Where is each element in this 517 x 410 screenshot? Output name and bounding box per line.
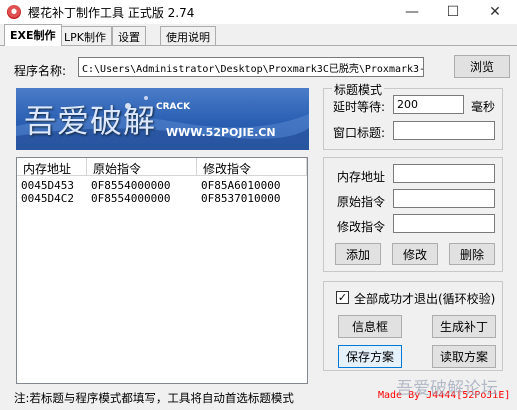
table-cell[interactable]: 0F85A6010000 [201, 179, 280, 192]
program-path-input[interactable]: C:\Users\Administrator\Desktop\Proxmark3… [78, 57, 424, 77]
banner-url: WWW.52POJIE.CN [166, 126, 276, 139]
status-bar: 注:若标题与程序模式都填写，工具将自动首选标题模式 Made By J4444[… [0, 379, 517, 410]
program-name-label: 程序名称: [14, 64, 67, 78]
address-label: 内存地址 [337, 170, 386, 184]
tab-exe[interactable]: EXE制作 [4, 24, 62, 46]
pojie-banner: 吾爱破解 CRACK WWW.52POJIE.CN [16, 88, 309, 150]
load-scheme-button[interactable]: 读取方案 [432, 345, 496, 368]
close-button[interactable]: ✕ [480, 0, 510, 24]
title-bar: 樱花补丁制作工具 正式版 2.74 — ☐ ✕ [0, 0, 517, 24]
column-header-original[interactable]: 原始指令 [87, 158, 197, 176]
column-header-modified[interactable]: 修改指令 [197, 158, 307, 176]
table-cell[interactable]: 0F8554000000 [91, 192, 170, 205]
original-instruction-input[interactable] [393, 189, 495, 208]
table-cell[interactable]: 0045D4C2 [21, 192, 74, 205]
delay-label: 延时等待: [333, 100, 386, 114]
delay-unit-label: 毫秒 [471, 100, 496, 114]
banner-crack-text: CRACK [156, 102, 191, 112]
forum-watermark: 吾爱破解论坛 [396, 379, 498, 399]
generate-patch-button[interactable]: 生成补丁 [432, 315, 496, 338]
delay-input[interactable]: 200 [393, 95, 464, 114]
exit-on-success-label: 全部成功才退出(循环校验) [354, 292, 496, 306]
modify-button[interactable]: 修改 [392, 243, 438, 265]
tab-settings[interactable]: 设置 [112, 26, 146, 46]
column-header-address[interactable]: 内存地址 [17, 158, 87, 176]
info-box-button[interactable]: 信息框 [338, 315, 402, 338]
exit-on-success-checkbox[interactable]: ✓ [336, 291, 349, 304]
window-title: 樱花补丁制作工具 正式版 2.74 [28, 6, 195, 20]
maximize-button[interactable]: ☐ [438, 0, 468, 24]
delete-button[interactable]: 删除 [449, 243, 495, 265]
tab-instructions[interactable]: 使用说明 [160, 26, 216, 46]
table-cell[interactable]: 0F8554000000 [91, 179, 170, 192]
modified-instruction-label: 修改指令 [337, 220, 386, 234]
modified-instruction-input[interactable] [393, 214, 495, 233]
original-instruction-label: 原始指令 [337, 195, 386, 209]
table-cell[interactable]: 0F8537010000 [201, 192, 280, 205]
browse-button[interactable]: 浏览 [454, 55, 510, 78]
banner-logo-text: 吾爱破解 [24, 102, 157, 140]
table-cell[interactable]: 0045D453 [21, 179, 74, 192]
title-mode-legend: 标题模式 [332, 81, 385, 98]
address-input[interactable] [393, 164, 495, 183]
patch-table[interactable]: 内存地址 原始指令 修改指令 0045D453 0F8554000000 0F8… [16, 157, 308, 384]
window-title-input[interactable] [393, 121, 495, 140]
tab-lpk[interactable]: LPK制作 [58, 26, 112, 46]
sakura-app-icon [7, 5, 21, 19]
save-scheme-button[interactable]: 保存方案 [338, 345, 402, 368]
add-button[interactable]: 添加 [335, 243, 381, 265]
tab-divider [0, 45, 517, 46]
minimize-button[interactable]: — [397, 0, 427, 24]
window-title-label: 窗口标题: [333, 126, 386, 140]
status-note: 注:若标题与程序模式都填写，工具将自动首选标题模式 [14, 391, 294, 405]
